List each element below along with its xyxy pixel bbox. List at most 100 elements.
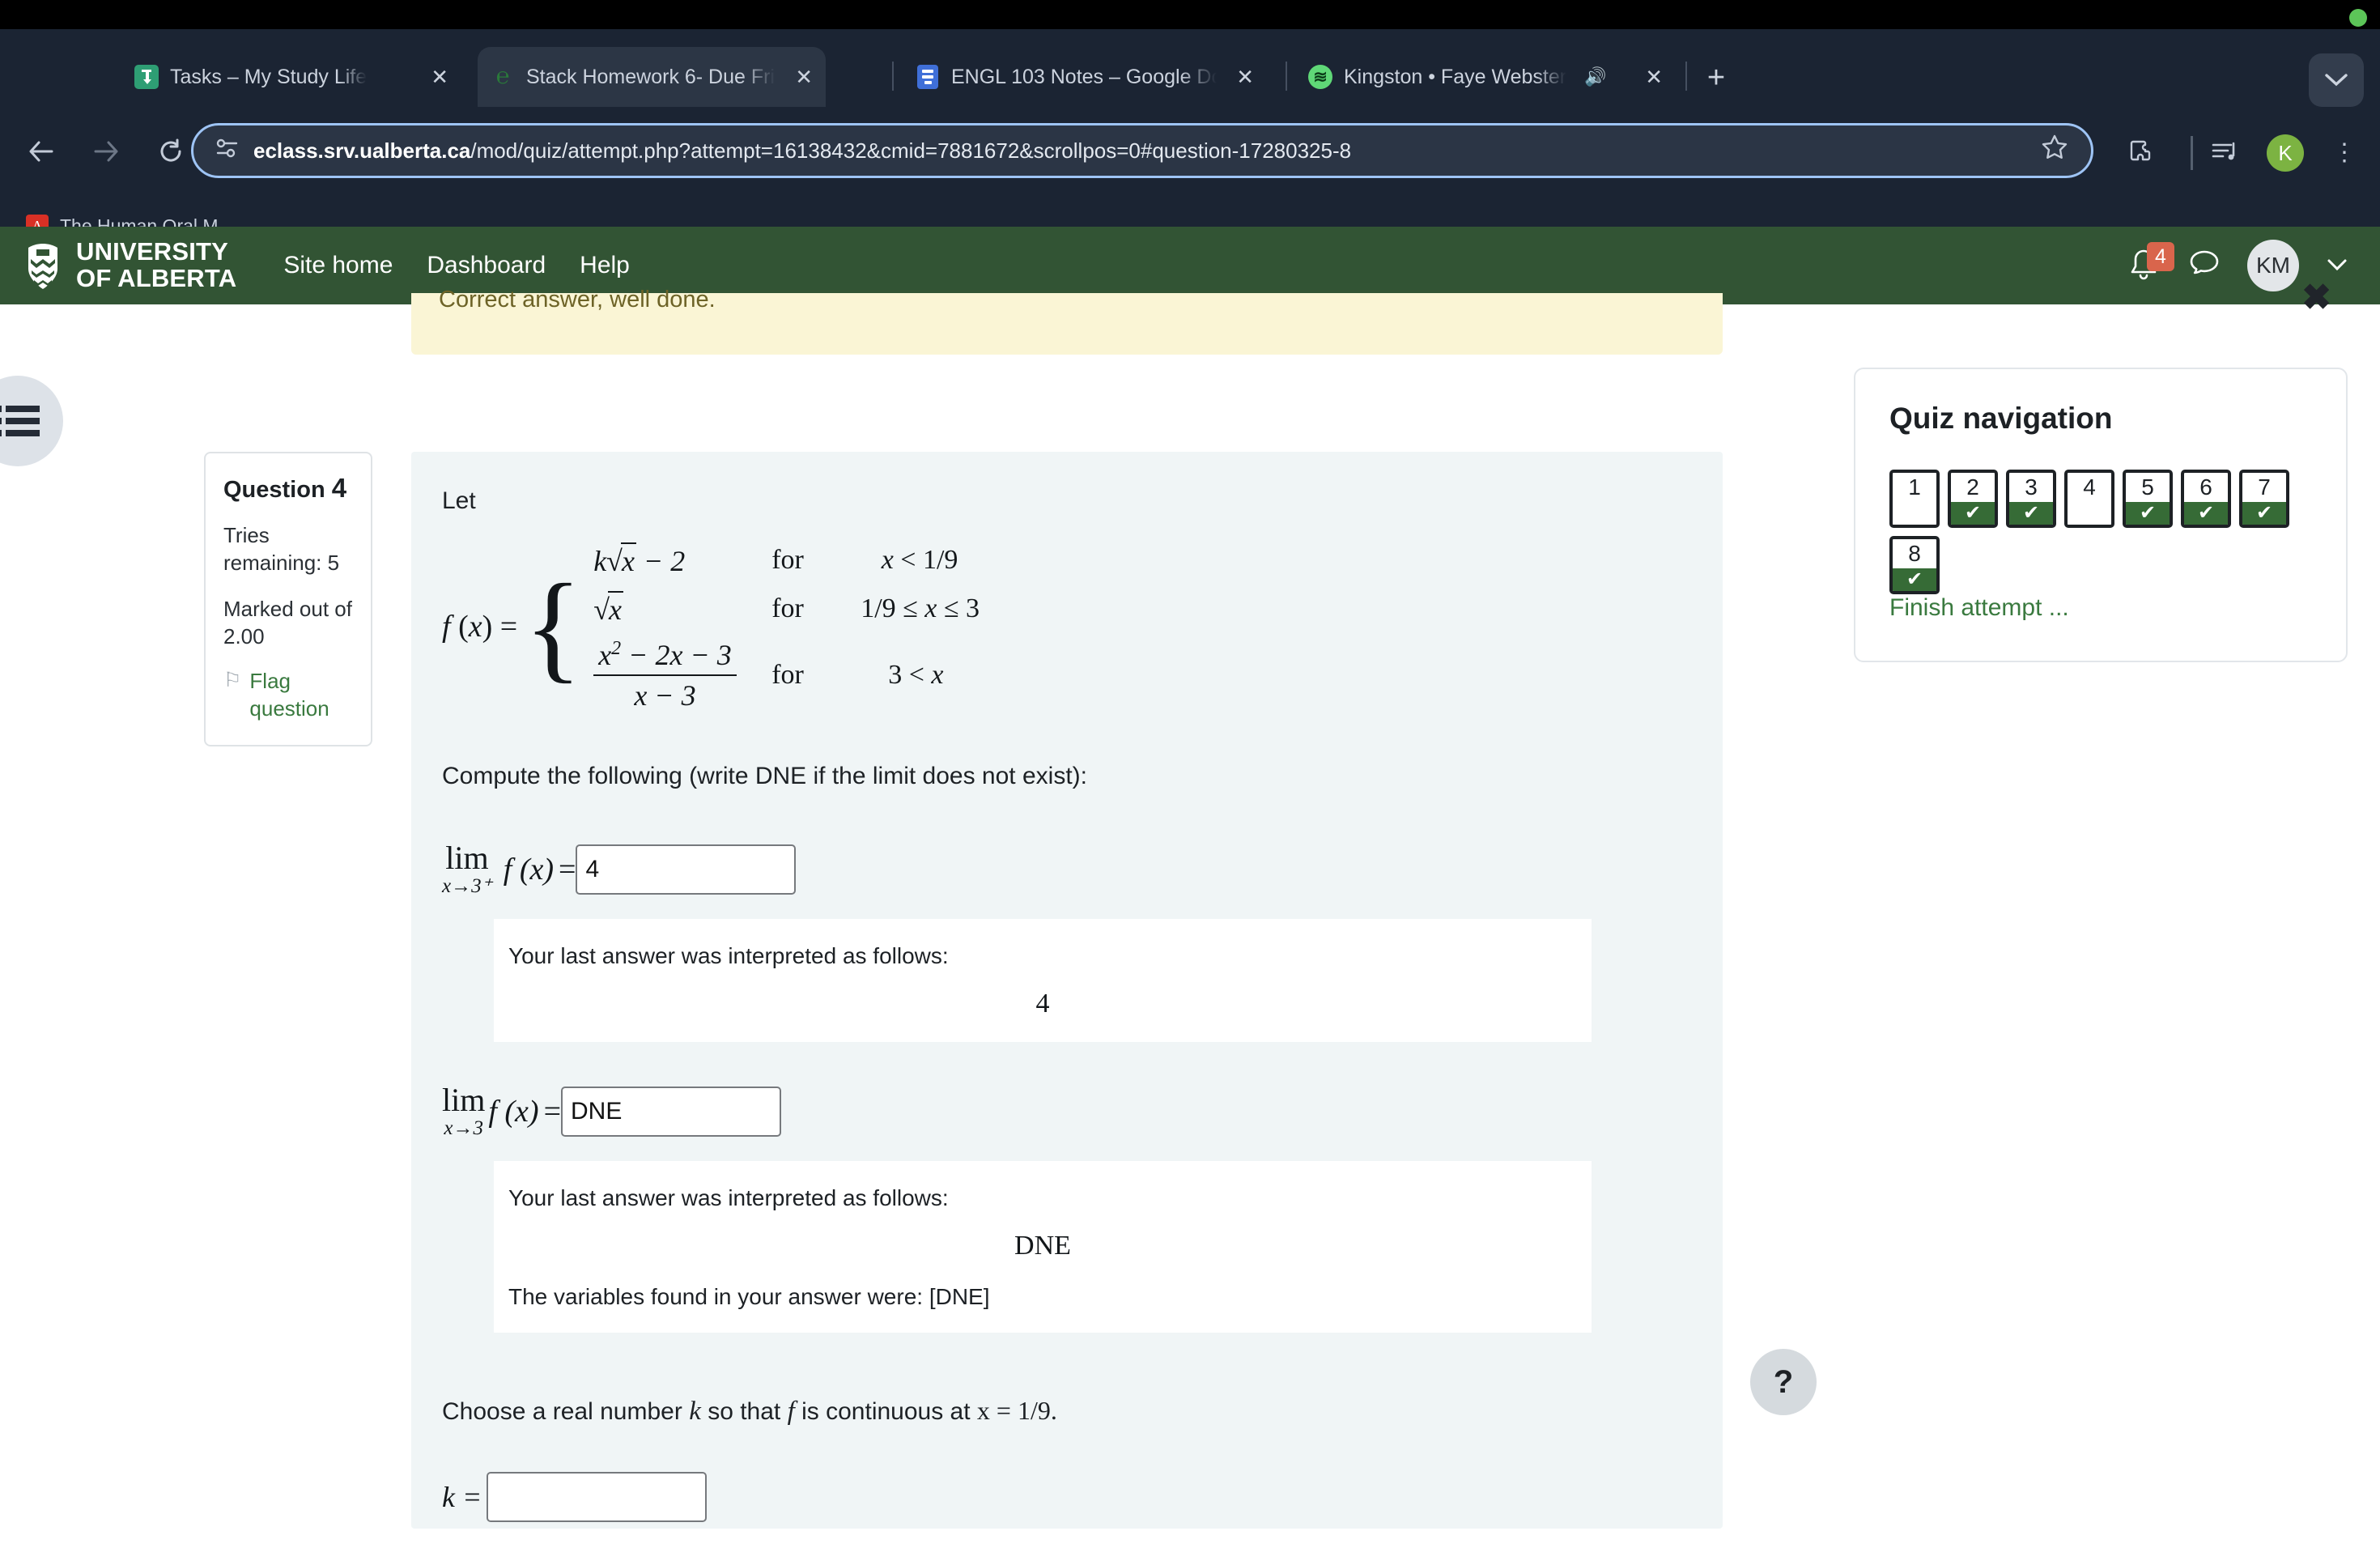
- tab-close-icon[interactable]: ✕: [1637, 66, 1663, 87]
- piecewise-for-label: for: [771, 545, 804, 575]
- browser-menu-icon[interactable]: ⋮: [2328, 136, 2361, 168]
- media-playlist-icon[interactable]: [2210, 136, 2242, 168]
- studylife-icon: [134, 65, 159, 89]
- quiz-navigation-block: Quiz navigation 1 2 ✔ 3 ✔ 4 5 ✔ 6 ✔ 7 ✔ 8 ✔ Fi…: [1854, 368, 2348, 662]
- feedback-panel-2: Your last answer was interpreted as foll…: [494, 1161, 1592, 1333]
- feedback-notice-banner: Correct answer, well done.: [411, 288, 1723, 355]
- browser-tab-1[interactable]: Tasks – My Study Life ✕: [121, 47, 461, 107]
- k-label: k =: [442, 1481, 482, 1513]
- quiz-nav-question-3[interactable]: 3 ✔: [2006, 470, 2056, 528]
- tab-separator: [1286, 62, 1287, 91]
- quiz-nav-question-7[interactable]: 7 ✔: [2239, 470, 2289, 528]
- function-lhs: f (x) =: [442, 610, 518, 644]
- tries-remaining: Tries remaining: 5: [223, 523, 340, 576]
- tab-search-chevron-icon[interactable]: [2309, 53, 2364, 107]
- let-label: Let: [442, 487, 476, 514]
- help-button[interactable]: ?: [1750, 1349, 1817, 1415]
- question-number: 4: [331, 473, 347, 503]
- messages-bubble-icon[interactable]: [2189, 249, 2220, 283]
- compute-prompt: Compute the following (write DNE if the …: [442, 763, 1087, 789]
- piecewise-expression: x2 − 2x − 3 x − 3: [593, 638, 771, 712]
- address-bar-url: eclass.srv.ualberta.ca/mod/quiz/attempt.…: [253, 138, 1351, 164]
- limit-function: f (x): [503, 852, 555, 887]
- browser-tab-2[interactable]: ℮ Stack Homework 6- Due Frida ✕: [478, 47, 826, 107]
- choose-k-text-2: so that: [708, 1398, 781, 1425]
- nav-item-dashboard[interactable]: Dashboard: [427, 252, 546, 279]
- block-drawer-icon: [0, 406, 40, 436]
- lim-subscript: x→3: [444, 1117, 483, 1139]
- browser-tab-3[interactable]: ENGL 103 Notes – Google Do ✕: [903, 47, 1267, 107]
- forward-icon[interactable]: [83, 128, 130, 175]
- quiz-nav-state-check-icon: ✔: [2126, 502, 2170, 525]
- feedback-value: 4: [1035, 989, 1050, 1019]
- quiz-nav-number: 4: [2083, 474, 2096, 500]
- tab-close-icon[interactable]: ✕: [1228, 66, 1254, 87]
- curly-brace-icon: {: [524, 559, 583, 694]
- browser-profile-avatar[interactable]: K: [2267, 134, 2304, 172]
- answer-input-limit-2[interactable]: [561, 1086, 782, 1137]
- feedback-notice-text: Correct answer, well done.: [439, 287, 716, 313]
- bookmark-star-icon[interactable]: [2041, 134, 2068, 168]
- tab-title: Kingston • Faye Webster: [1344, 65, 1567, 88]
- toolbar-divider: [2191, 136, 2193, 170]
- page-content: UNIVERSITY OF ALBERTA Site home Dashboar…: [0, 227, 2380, 1548]
- url-host: eclass.srv.ualberta.ca: [253, 138, 471, 163]
- tab-separator: [892, 62, 894, 91]
- new-tab-button[interactable]: +: [1700, 62, 1732, 96]
- limit-operator: lim x→3: [442, 1084, 485, 1139]
- quiz-navigation-title: Quiz navigation: [1889, 402, 2113, 435]
- tab-audio-playing-icon[interactable]: 🔊: [1584, 66, 1606, 87]
- question-heading: Question 4: [223, 473, 353, 504]
- tab-title: Tasks – My Study Life: [170, 65, 368, 88]
- k-answer-row: k =: [442, 1472, 1723, 1522]
- notifications-bell-icon[interactable]: 4: [2126, 242, 2174, 284]
- piecewise-condition: 1/9 ≤ x ≤ 3: [861, 593, 980, 623]
- nav-item-help[interactable]: Help: [580, 252, 630, 279]
- site-logo[interactable]: UNIVERSITY OF ALBERTA: [24, 239, 236, 291]
- site-nav: Site home Dashboard Help: [283, 252, 630, 279]
- quiz-nav-question-4[interactable]: 4: [2064, 470, 2114, 528]
- address-bar[interactable]: eclass.srv.ualberta.ca/mod/quiz/attempt.…: [191, 123, 2093, 178]
- quiz-nav-question-1[interactable]: 1: [1889, 470, 1940, 528]
- flag-question-button[interactable]: ⚐ Flag question: [223, 668, 353, 722]
- browser-toolbar: eclass.srv.ualberta.ca/mod/quiz/attempt.…: [0, 107, 2380, 196]
- ualberta-shield-icon: [24, 243, 62, 289]
- tab-close-icon[interactable]: ✕: [787, 66, 813, 87]
- answer-input-k[interactable]: [487, 1472, 708, 1522]
- finish-attempt-link[interactable]: Finish attempt ...: [1889, 594, 2069, 621]
- extensions-puzzle-icon[interactable]: [2126, 136, 2158, 168]
- user-avatar[interactable]: KM: [2247, 240, 2299, 291]
- flag-icon: ⚐: [223, 669, 242, 692]
- nav-item-site-home[interactable]: Site home: [283, 252, 393, 279]
- block-drawer-toggle[interactable]: [0, 376, 63, 466]
- limit-equals: =: [559, 852, 576, 887]
- fraction: x2 − 2x − 3 x − 3: [593, 638, 737, 712]
- marked-out-of: Marked out of 2.00: [223, 596, 352, 649]
- user-menu-chevron-icon[interactable]: [2327, 254, 2348, 277]
- reload-icon[interactable]: [147, 128, 194, 175]
- quiz-nav-question-8[interactable]: 8 ✔: [1889, 536, 1940, 594]
- tab-close-icon[interactable]: ✕: [423, 66, 448, 87]
- tab-title: ENGL 103 Notes – Google Do: [951, 65, 1218, 88]
- quiz-nav-question-5[interactable]: 5 ✔: [2123, 470, 2173, 528]
- feedback-panel-1: Your last answer was interpreted as foll…: [494, 919, 1592, 1042]
- quiz-nav-state-check-icon: ✔: [2009, 502, 2053, 525]
- close-icon[interactable]: ✖: [2301, 280, 2331, 316]
- quiz-nav-state-check-icon: ✔: [2242, 502, 2286, 525]
- browser-tab-4[interactable]: ≋ Kingston • Faye Webster 🔊 ✕: [1295, 47, 1676, 107]
- limit-operator: lim x→3⁺: [442, 840, 492, 897]
- quiz-nav-number: 8: [1908, 541, 1921, 566]
- lim-label: lim: [445, 840, 489, 876]
- feedback-label: Your last answer was interpreted as foll…: [508, 1185, 949, 1210]
- site-permission-icon[interactable]: [216, 138, 239, 164]
- answer-input-limit-1[interactable]: [576, 844, 797, 895]
- piecewise-row: kx − 2 for x < 1/9: [593, 536, 980, 585]
- choose-k-text-3: is continuous at: [801, 1398, 971, 1425]
- quiz-nav-question-2[interactable]: 2 ✔: [1948, 470, 1998, 528]
- piecewise-row: x2 − 2x − 3 x − 3 for 3 < x: [593, 633, 980, 717]
- back-icon[interactable]: [18, 128, 65, 175]
- limit-equals: =: [543, 1094, 562, 1129]
- choose-k-prompt: Choose a real number k so that f is cont…: [442, 1396, 1723, 1427]
- google-docs-icon: [916, 65, 940, 89]
- quiz-nav-question-6[interactable]: 6 ✔: [2181, 470, 2231, 528]
